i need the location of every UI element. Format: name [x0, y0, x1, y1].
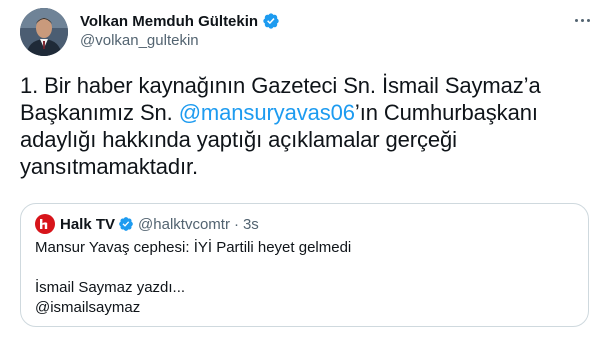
quoted-tweet-card[interactable]: Halk TV @halktvcomtr · 3s Mansur Yavaş c…: [20, 203, 589, 327]
author-avatar[interactable]: [20, 8, 68, 56]
quoted-tweet-body: Mansur Yavaş cephesi: İYİ Partili heyet …: [35, 238, 575, 318]
quoted-tweet-line: @ismailsaymaz: [35, 299, 141, 316]
quoted-tweet-time[interactable]: 3s: [243, 216, 259, 233]
quoted-tweet-avatar[interactable]: [35, 214, 55, 234]
quoted-tweet-line: İsmail Saymaz yazdı...: [35, 279, 186, 296]
more-options-icon: [574, 18, 578, 22]
author-handle[interactable]: @volkan_gultekin: [80, 32, 199, 49]
more-options-dot: [580, 18, 584, 22]
verified-badge-icon: [119, 217, 133, 231]
quoted-tweet-separator: ·: [233, 215, 239, 233]
quoted-tweet-spacer: [35, 258, 575, 278]
author-name-row: Volkan Memduh Gültekin: [80, 11, 280, 31]
mention-link[interactable]: @mansuryavas06: [179, 100, 355, 125]
quoted-tweet-handle[interactable]: @halktvcomtr: [138, 216, 230, 233]
halktv-logo-icon: [40, 219, 48, 229]
quoted-tweet-name[interactable]: Halk TV: [60, 216, 115, 233]
tweet-text: 1. Bir haber kaynağının Gazeteci Sn. İsm…: [20, 72, 595, 180]
more-options-dot: [586, 18, 590, 22]
avatar-image: [20, 8, 68, 56]
tweet: Volkan Memduh Gültekin @volkan_gultekin …: [0, 0, 611, 346]
more-options-button[interactable]: [570, 10, 594, 30]
verified-badge-icon: [263, 13, 279, 29]
quoted-tweet-line: Mansur Yavaş cephesi: İYİ Partili heyet …: [35, 239, 352, 256]
quoted-tweet-header: Halk TV @halktvcomtr · 3s: [35, 214, 259, 234]
author-name[interactable]: Volkan Memduh Gültekin: [80, 13, 258, 30]
